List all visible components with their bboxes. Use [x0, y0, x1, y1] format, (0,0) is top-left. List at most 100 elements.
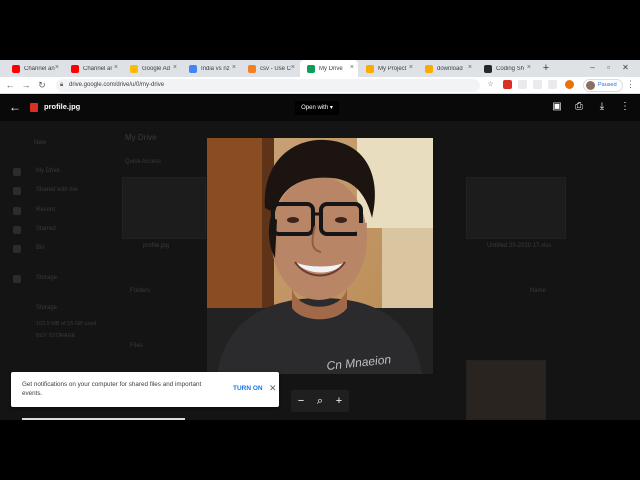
buy-storage-link: BUY STORAGE	[36, 333, 76, 339]
avatar	[586, 81, 595, 90]
google-ads-icon	[130, 64, 138, 73]
open-with-button[interactable]: Open with ▾	[295, 101, 339, 115]
extension-icon[interactable]	[565, 80, 574, 89]
tab-close-icon[interactable]: ×	[350, 64, 354, 71]
close-viewer-button[interactable]: ←	[9, 101, 21, 113]
tab-close-icon[interactable]: ×	[468, 64, 472, 71]
lock-icon: 🔒︎	[60, 82, 64, 88]
quick-access-card	[122, 177, 206, 239]
browser-toolbar: ← → ↻ 🔒︎ drive.google.com/drive/u/0/my-d…	[0, 77, 640, 94]
screen: Channel an × Channel ar × Google Ad × India vs…	[0, 0, 640, 480]
maximize-icon[interactable]: ▫	[601, 60, 616, 75]
tab-4[interactable]: India vs nz ×	[182, 60, 240, 77]
tab-close-icon[interactable]: ×	[527, 64, 531, 71]
storage-label: Storage	[36, 305, 58, 311]
tab-close-icon[interactable]: ×	[409, 64, 413, 71]
tab-2[interactable]: Channel ar ×	[64, 60, 122, 77]
new-button: New	[34, 140, 47, 146]
tab-title: download	[437, 65, 463, 72]
tab-close-icon[interactable]: ×	[232, 64, 236, 71]
google-drive-icon	[307, 64, 315, 73]
youtube-icon	[12, 64, 20, 73]
profile-status: Paused	[598, 82, 617, 88]
extension-icon[interactable]	[533, 80, 542, 89]
tab-title: Google Ad	[142, 65, 171, 72]
url-text: drive.google.com/drive/u/0/my-drive	[69, 82, 165, 88]
tab-title: Channel an	[24, 65, 55, 72]
tab-1[interactable]: Channel an ×	[5, 60, 63, 77]
zoom-controls: − ⌕ +	[291, 390, 349, 412]
close-window-icon[interactable]: ✕	[618, 60, 633, 75]
storage-label: Storage	[36, 275, 58, 281]
youtube-icon	[71, 64, 79, 73]
add-comment-icon[interactable]: ▣	[551, 101, 563, 113]
download-icon[interactable]: ⤓	[596, 101, 608, 113]
tab-title: Coding Sh	[496, 65, 525, 72]
open-with-label: Open with	[301, 105, 329, 111]
viewer-toolbar: ← profile.jpg Open with ▾ ▣ ⎙ ⤓ ⋮	[0, 95, 640, 121]
reload-icon[interactable]: ↻	[36, 79, 48, 91]
sidebar-item-my-drive: My Drive	[36, 168, 60, 174]
tab-title: My Drive	[319, 65, 343, 72]
tab-title: My Project	[378, 65, 407, 72]
sidebar-item-starred: Starred	[36, 226, 56, 232]
back-icon[interactable]: ←	[4, 79, 16, 91]
tab-close-icon[interactable]: ×	[114, 64, 118, 71]
google-icon	[189, 64, 197, 73]
new-tab-button[interactable]: +	[540, 60, 552, 77]
tab-close-icon[interactable]: ×	[291, 64, 295, 71]
stackoverflow-icon	[248, 64, 256, 73]
quick-access-file: profile.jpg	[143, 243, 170, 249]
tab-3[interactable]: Google Ad ×	[123, 60, 181, 77]
bin-icon	[13, 245, 21, 253]
zoom-in-button[interactable]: +	[332, 393, 346, 409]
tab-title: India vs nz	[201, 65, 230, 72]
quick-access-label: Quick Access	[125, 159, 162, 165]
star-icon	[13, 226, 21, 234]
colab-icon	[425, 64, 433, 73]
sidebar-item-shared: Shared with me	[36, 187, 78, 193]
drive-title: My Drive	[125, 133, 157, 142]
tab-7[interactable]: My Project ×	[359, 60, 417, 77]
forward-icon[interactable]: →	[20, 79, 32, 91]
extension-icon[interactable]	[503, 80, 512, 89]
print-icon[interactable]: ⎙	[573, 101, 585, 113]
tab-title: csv - Use C	[260, 65, 292, 72]
quick-access-file: Untitled 25-2020 17.xlsx	[487, 243, 552, 249]
file-thumbnail	[466, 360, 546, 420]
tab-5[interactable]: csv - Use C ×	[241, 60, 299, 77]
file-name: profile.jpg	[44, 102, 81, 111]
progress-stripe	[22, 418, 185, 420]
recent-icon	[13, 207, 21, 215]
tab-8[interactable]: download ×	[418, 60, 476, 77]
minimize-icon[interactable]: –	[585, 60, 600, 75]
profile-button[interactable]: Paused	[583, 79, 623, 92]
zoom-reset-search-icon[interactable]: ⌕	[313, 393, 327, 409]
shared-icon	[13, 187, 21, 195]
quick-access-card	[466, 177, 566, 239]
sidebar-item-bin: Bin	[36, 245, 45, 251]
github-icon	[484, 64, 492, 73]
bookmark-star-icon[interactable]: ☆	[486, 80, 495, 89]
tab-title: Channel ar	[83, 65, 113, 72]
image-file-icon	[30, 103, 38, 112]
tab-close-icon[interactable]: ×	[55, 64, 59, 71]
sidebar-item-recent: Recent	[36, 207, 56, 213]
profile-photo: Cn Mnaeion	[207, 138, 433, 374]
zoom-out-button[interactable]: −	[294, 393, 308, 409]
tab-9[interactable]: Coding Sh ×	[477, 60, 535, 77]
address-bar[interactable]: 🔒︎ drive.google.com/drive/u/0/my-drive	[56, 79, 480, 92]
files-label: Files	[130, 343, 143, 349]
drive-icon	[13, 168, 21, 176]
extension-icon[interactable]	[518, 80, 527, 89]
more-options-icon[interactable]: ⋮	[619, 101, 631, 113]
turn-on-button[interactable]: TURN ON	[233, 385, 263, 392]
close-icon[interactable]: ✕	[269, 383, 277, 394]
tab-close-icon[interactable]: ×	[173, 64, 177, 71]
folders-label: Folders	[130, 288, 151, 294]
tab-6[interactable]: My Drive ×	[300, 60, 358, 77]
extension-icon[interactable]	[548, 80, 557, 89]
browser-menu-icon[interactable]: ⋮	[626, 79, 635, 90]
sort-name-label: Name	[530, 288, 547, 294]
notification-toast: Get notifications on your computer for s…	[11, 372, 279, 407]
